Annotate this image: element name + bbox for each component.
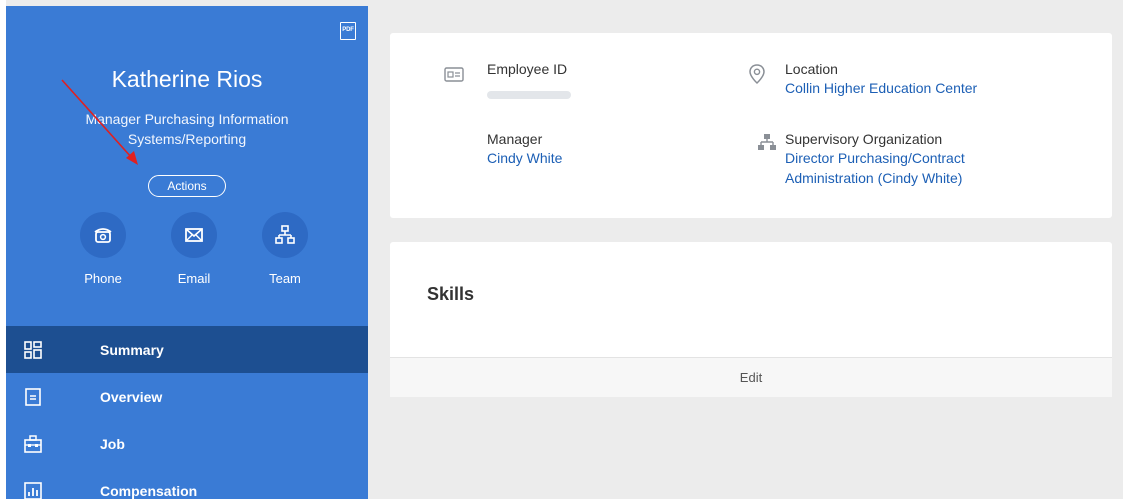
annotation-arrow-icon (61, 79, 138, 165)
phone-label: Phone (84, 271, 122, 286)
nav-item-compensation[interactable]: Compensation (6, 467, 368, 499)
org-chart-icon (758, 134, 776, 150)
email-action[interactable]: Email (154, 212, 234, 286)
location-pin-icon (749, 64, 765, 85)
profile-nav: Summary Overview Job Compensation (6, 326, 368, 499)
team-label: Team (269, 271, 301, 286)
team-icon[interactable] (262, 212, 308, 258)
employee-id-value-redacted (487, 91, 571, 99)
nav-label-job: Job (100, 435, 125, 452)
email-label: Email (177, 271, 211, 286)
summary-icon (24, 340, 42, 359)
team-action[interactable]: Team (245, 212, 325, 286)
nav-label-overview: Overview (100, 388, 163, 405)
id-card-icon (444, 67, 464, 82)
nav-label-compensation: Compensation (100, 482, 198, 499)
overview-icon (25, 387, 41, 406)
phone-icon[interactable] (80, 212, 126, 258)
email-icon[interactable] (171, 212, 217, 258)
profile-sidebar: PDF Katherine Rios Manager Purchasing In… (6, 6, 368, 499)
nav-label-summary: Summary (100, 341, 164, 358)
location-label: Location (785, 61, 838, 77)
employee-info-card: Employee ID Location Collin Higher Educa… (390, 33, 1112, 218)
skills-title: Skills (427, 284, 475, 304)
nav-item-overview[interactable]: Overview (6, 373, 368, 420)
pdf-export-icon[interactable]: PDF (340, 22, 356, 40)
supervisory-org-link[interactable]: Director Purchasing/Contract Administrat… (785, 148, 1045, 188)
nav-item-job[interactable]: Job (6, 420, 368, 467)
nav-item-summary[interactable]: Summary (6, 326, 368, 373)
job-icon (24, 434, 42, 453)
location-link[interactable]: Collin Higher Education Center (785, 78, 977, 98)
skills-edit-button[interactable]: Edit (390, 357, 1112, 397)
skills-card: Skills Edit (390, 242, 1112, 397)
phone-action[interactable]: Phone (63, 212, 143, 286)
manager-label: Manager (487, 131, 543, 147)
manager-link[interactable]: Cindy White (487, 148, 562, 168)
employee-id-label: Employee ID (487, 61, 568, 77)
compensation-icon (24, 481, 42, 499)
supervisory-org-label: Supervisory Organization (785, 131, 943, 147)
actions-button[interactable]: Actions (148, 175, 226, 197)
